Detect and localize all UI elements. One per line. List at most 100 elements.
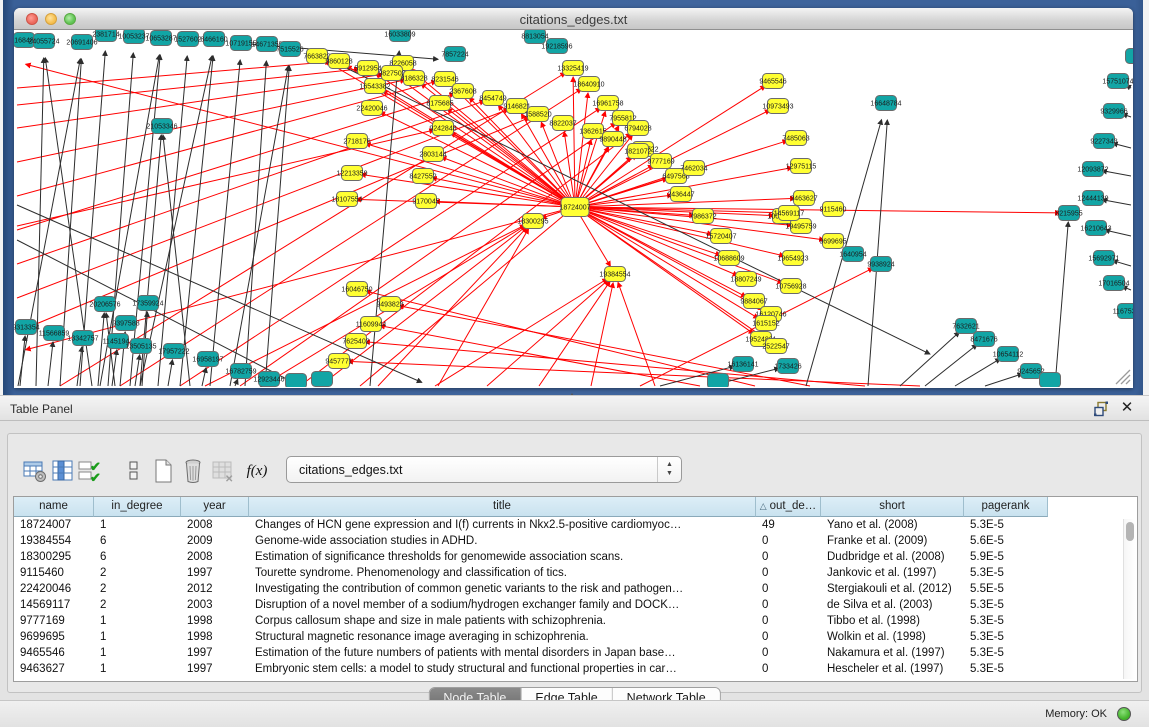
graph-node[interactable]: 18640910: [573, 77, 604, 92]
table-row[interactable]: 1830029562008Estimation of significance …: [14, 549, 1119, 565]
graph-edge[interactable]: [591, 283, 613, 386]
resize-grip-icon[interactable]: [1116, 370, 1130, 384]
table-cell[interactable]: 2009: [181, 533, 249, 549]
graph-node[interactable]: 6794028: [624, 121, 651, 136]
graph-node[interactable]: 9227343: [1090, 134, 1117, 149]
graph-node[interactable]: 12093872: [1077, 162, 1108, 177]
graph-node[interactable]: 1588520: [524, 107, 551, 122]
table-row[interactable]: 1872400712008Changes of HCN gene express…: [14, 517, 1119, 533]
table-cell[interactable]: 2012: [181, 581, 249, 597]
table-row[interactable]: 946362711997Embryonic stem cells: a mode…: [14, 661, 1119, 677]
graph-node[interactable]: 16136141: [727, 357, 758, 372]
table-cell[interactable]: Franke et al. (2009): [821, 533, 964, 549]
graph-node[interactable]: 9457771: [325, 354, 352, 369]
graph-node[interactable]: 16648784: [870, 96, 901, 111]
table-cell[interactable]: 2: [94, 581, 181, 597]
table-cell[interactable]: 5.3E-5: [964, 565, 1048, 581]
graph-node[interactable]: 10653287: [145, 31, 176, 46]
graph-node[interactable]: 9115460: [820, 202, 847, 217]
table-cell[interactable]: Structural magnetic resonance image aver…: [249, 629, 756, 645]
table-row[interactable]: 2242004622012Investigating the contribut…: [14, 581, 1119, 597]
graph-node[interactable]: 8427552: [409, 169, 436, 184]
graph-node[interactable]: 9777169: [647, 154, 674, 169]
table-cell[interactable]: 0: [756, 549, 821, 565]
table-cell[interactable]: 9777169: [14, 613, 94, 629]
graph-edge[interactable]: [380, 326, 700, 386]
graph-node[interactable]: 10654112: [993, 347, 1024, 362]
graph-edge[interactable]: [618, 282, 655, 386]
graph-node[interactable]: 9699695: [819, 234, 846, 249]
graph-node[interactable]: 12444139: [1077, 191, 1108, 206]
table-cell[interactable]: 18300295: [14, 549, 94, 565]
table-cell[interactable]: 18724007: [14, 517, 94, 533]
graph-node[interactable]: 2367608: [449, 84, 476, 99]
table-cell[interactable]: 6: [94, 549, 181, 565]
graph-node[interactable]: 7515526: [276, 42, 303, 57]
graph-edge[interactable]: [380, 112, 575, 207]
table-cell[interactable]: Genome-wide association studies in ADHD.: [249, 533, 756, 549]
table-cell[interactable]: 0: [756, 533, 821, 549]
graph-node[interactable]: 1733426: [774, 359, 801, 374]
float-panel-icon[interactable]: [1093, 401, 1109, 417]
graph-node[interactable]: 9329966: [1100, 104, 1127, 119]
graph-node[interactable]: 7986372: [689, 209, 716, 224]
graph-node[interactable]: 8822037: [549, 116, 576, 131]
column-header-year[interactable]: year: [181, 497, 249, 517]
table-cell[interactable]: Estimation of the future numbers of pati…: [249, 645, 756, 661]
graph-node[interactable]: 19218596: [541, 39, 572, 54]
table-cell[interactable]: 0: [756, 629, 821, 645]
graph-node[interactable]: 7462034: [680, 161, 707, 176]
graph-node[interactable]: 18724007: [559, 198, 590, 217]
graph-node[interactable]: 2436447: [667, 187, 694, 202]
graph-node[interactable]: 16210643: [1080, 221, 1111, 236]
table-cell[interactable]: 1997: [181, 645, 249, 661]
table-cell[interactable]: 9115460: [14, 565, 94, 581]
table-cell[interactable]: 1: [94, 645, 181, 661]
table-cell[interactable]: 22420046: [14, 581, 94, 597]
table-cell[interactable]: 2: [94, 565, 181, 581]
table-cell[interactable]: 5.3E-5: [964, 613, 1048, 629]
network-window-titlebar[interactable]: citations_edges.txt: [14, 8, 1133, 30]
graph-node[interactable]: 16961758: [592, 96, 623, 111]
graph-node[interactable]: 9242848: [429, 121, 456, 136]
table-cell[interactable]: 1: [94, 661, 181, 677]
graph-edge[interactable]: [230, 66, 288, 386]
graph-edge[interactable]: [399, 306, 810, 386]
table-cell[interactable]: 2003: [181, 597, 249, 613]
network-canvas[interactable]: 1684824055724206914062381714100532371065…: [14, 30, 1133, 387]
graph-node[interactable]: 11609944: [356, 317, 387, 332]
column-header-in_degree[interactable]: in_degree: [94, 497, 181, 517]
table-cell[interactable]: Wolkin et al. (1998): [821, 629, 964, 645]
graph-edge[interactable]: [17, 62, 330, 88]
table-cell[interactable]: 5.3E-5: [964, 645, 1048, 661]
column-header-out_de[interactable]: △out_de…: [756, 497, 821, 517]
table-cell[interactable]: 5.3E-5: [964, 597, 1048, 613]
graph-edge[interactable]: [17, 130, 434, 226]
graph-node[interactable]: 11675334: [1113, 304, 1133, 319]
table-row[interactable]: 946554611997Estimation of the future num…: [14, 645, 1119, 661]
table-cell[interactable]: Tibbo et al. (1998): [821, 613, 964, 629]
graph-node[interactable]: 16958197: [192, 352, 223, 367]
new-table-icon[interactable]: [150, 458, 176, 484]
table-cell[interactable]: Dudbridge et al. (2008): [821, 549, 964, 565]
table-cell[interactable]: 0: [756, 565, 821, 581]
table-cell[interactable]: 1: [94, 613, 181, 629]
graph-node[interactable]: 16046750: [341, 282, 372, 297]
table-cell[interactable]: Changes of HCN gene expression and I(f) …: [249, 517, 756, 533]
graph-node[interactable]: 9170045: [412, 194, 439, 209]
graph-edge[interactable]: [210, 60, 240, 386]
graph-edge[interactable]: [573, 77, 575, 207]
table-cell[interactable]: Embryonic stem cells: a model to study s…: [249, 661, 756, 677]
vertical-scrollbar[interactable]: [1123, 519, 1135, 679]
table-cell[interactable]: 2008: [181, 517, 249, 533]
delete-table-icon[interactable]: [180, 458, 206, 484]
table-cell[interactable]: 49: [756, 517, 821, 533]
graph-node[interactable]: 7625402: [342, 334, 369, 349]
table-row[interactable]: 1938455462009Genome-wide association stu…: [14, 533, 1119, 549]
graph-node[interactable]: 17016504: [1098, 276, 1129, 291]
table-cell[interactable]: 1998: [181, 613, 249, 629]
graph-node[interactable]: 19384554: [599, 267, 630, 282]
graph-edge[interactable]: [168, 360, 172, 386]
table-cell[interactable]: 2008: [181, 549, 249, 565]
graph-node[interactable]: 8175685: [426, 96, 453, 111]
